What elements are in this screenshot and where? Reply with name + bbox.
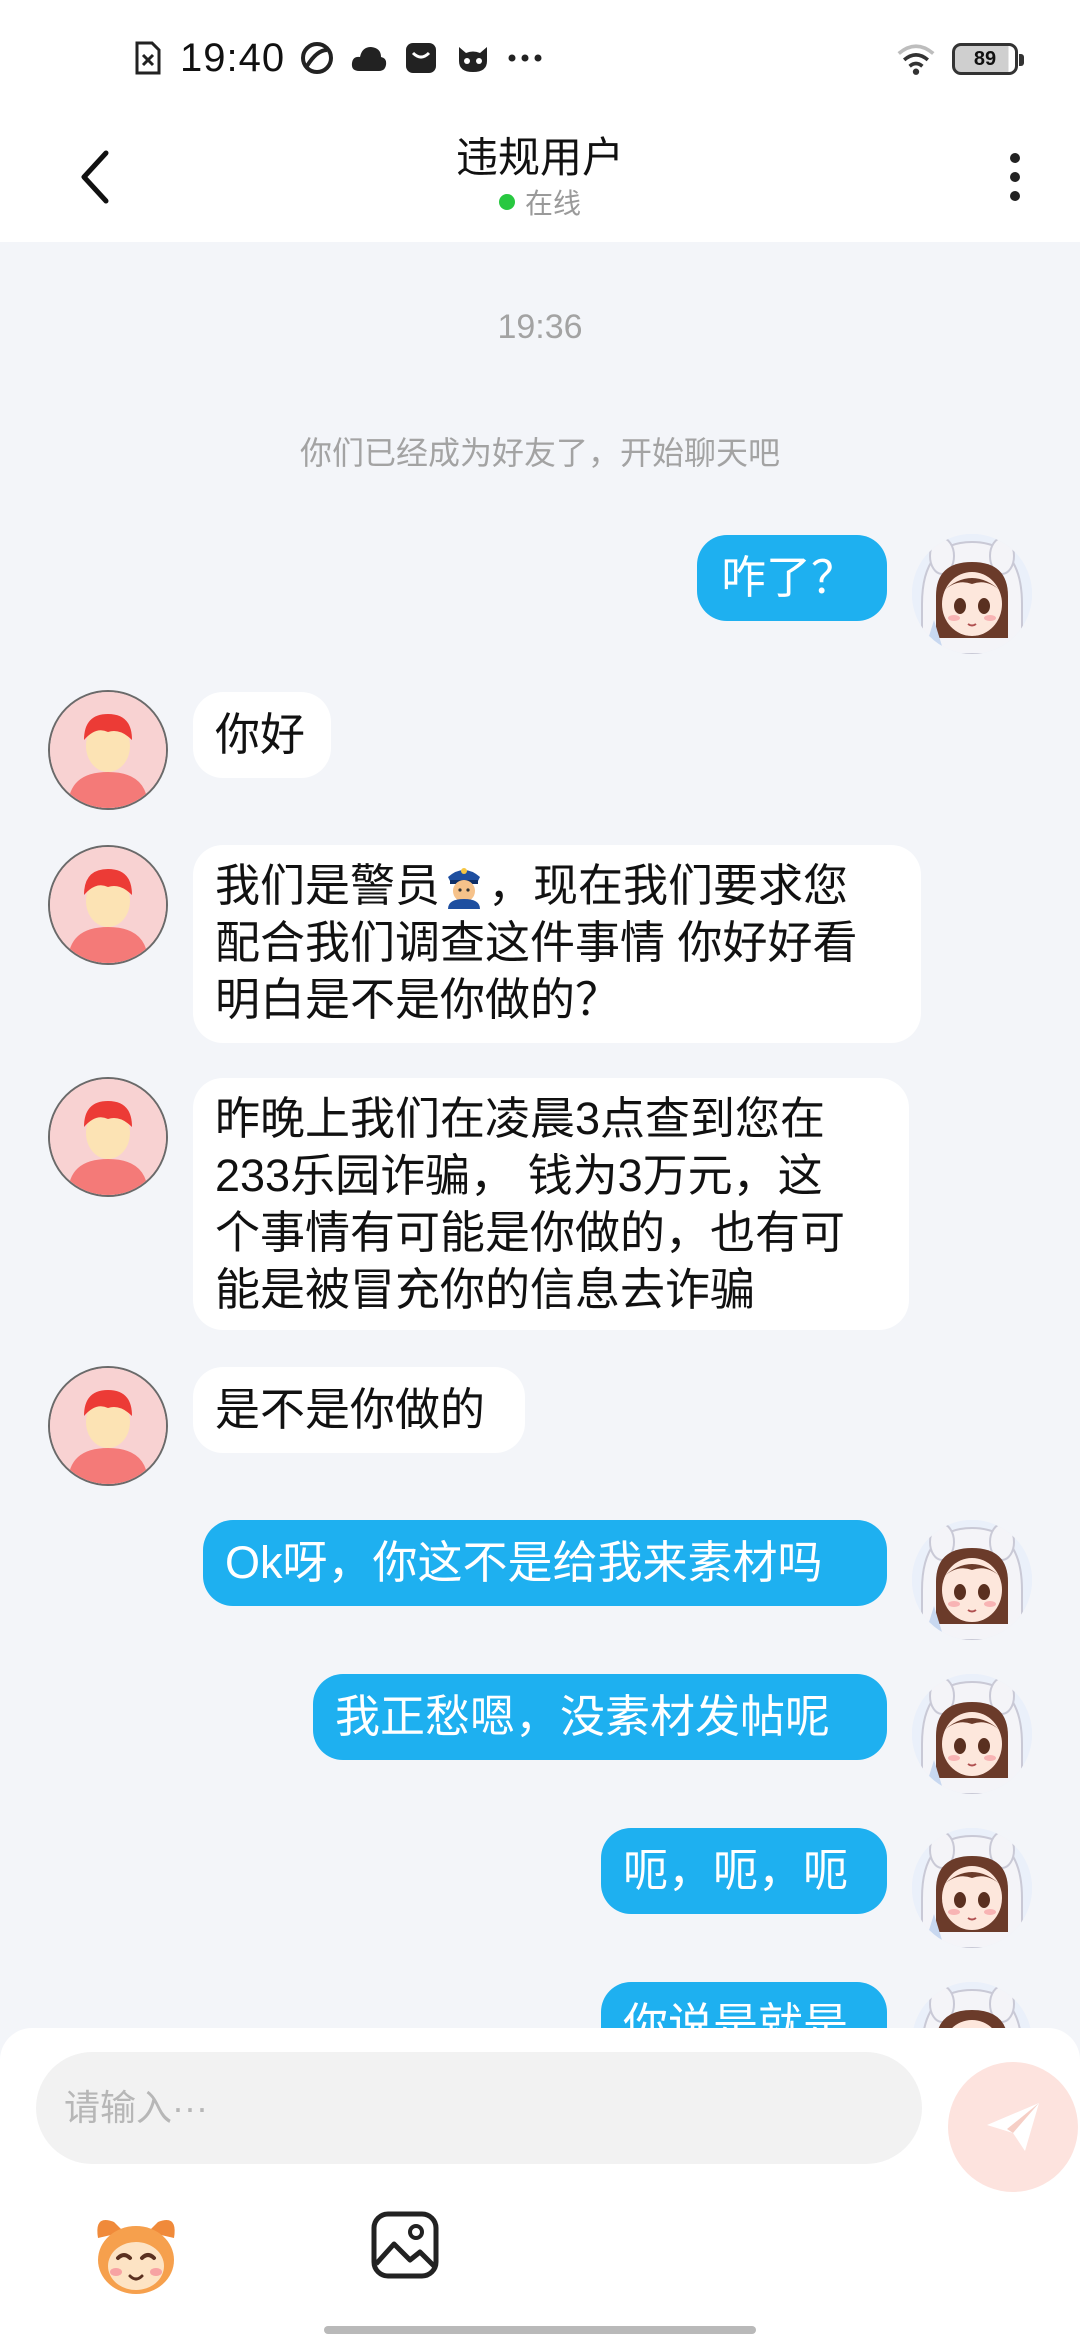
message-bubble-self[interactable]: 你说是就是 [601, 1982, 887, 2028]
anime-girl-avatar-icon [912, 534, 1032, 654]
default-user-avatar-icon [50, 1079, 166, 1195]
police-officer-emoji-icon [448, 868, 481, 909]
more-options-button[interactable] [990, 142, 1040, 212]
cloud-app-icon [349, 38, 389, 78]
message-line: 233乐园诈骗， 钱为3万元，这 [215, 1150, 823, 1201]
send-paper-plane-icon [987, 2103, 1039, 2151]
sticker-mascot-button[interactable] [90, 2208, 182, 2300]
system-message: 你们已经成为好友了，开始聊天吧 [299, 435, 780, 471]
default-user-avatar-icon [50, 692, 166, 808]
default-user-avatar-icon [50, 1368, 166, 1484]
message-bubble-contact[interactable]: 昨晚上我们在凌晨3点查到您在 233乐园诈骗， 钱为3万元，这 个事情有可能是你… [193, 1078, 909, 1330]
message-bubble-contact[interactable]: 我们是警员 ，现在我们要求您 配合我们调查这件事情 你好好看 明白是不是你做的？ [193, 845, 921, 1043]
contact-avatar[interactable] [48, 845, 168, 965]
status-bar: 19:40 89 [0, 0, 1080, 112]
menu-dot [1010, 191, 1020, 201]
swirl-app-icon [297, 38, 337, 78]
default-user-avatar-icon [50, 847, 166, 963]
wifi-icon [896, 39, 936, 79]
self-avatar[interactable] [912, 1982, 1032, 2028]
message-bubble-self[interactable]: 咋了？ [697, 535, 887, 621]
contact-avatar[interactable] [48, 1366, 168, 1486]
message-text: ，现在我们要求您 [488, 860, 849, 911]
message-line: 能是被冒充你的信息去诈骗 [215, 1264, 756, 1315]
anime-girl-avatar-icon [912, 1828, 1032, 1948]
battery-icon: 89 [952, 43, 1024, 75]
message-bubble-contact[interactable]: 是不是你做的 [193, 1367, 525, 1453]
online-status-label: 在线 [524, 188, 581, 219]
message-bubble-contact[interactable]: 你好 [193, 692, 331, 778]
message-bubble-self[interactable]: 呃，呃，呃 [601, 1828, 887, 1914]
anime-girl-avatar-icon [912, 1982, 1032, 2028]
message-line: 配合我们调查这件事情 你好好看 [215, 917, 858, 968]
page-title: 违规用户 [455, 134, 624, 181]
menu-dot [1010, 153, 1020, 163]
online-status: 在线 [0, 182, 1080, 222]
message-bubble-self[interactable]: 我正愁嗯，没素材发帖呢 [313, 1674, 887, 1760]
status-time: 19:40 [180, 35, 286, 80]
status-right: 89 [896, 34, 1024, 84]
anime-girl-avatar-icon [912, 1674, 1032, 1794]
menu-dot [1010, 172, 1020, 182]
send-button[interactable] [948, 2062, 1078, 2192]
chat-messages-area[interactable]: 19:36 你们已经成为好友了，开始聊天吧 咋了？ 你好 我们是警员 ，现在我们… [0, 242, 1080, 2028]
cat-app-icon [453, 38, 493, 78]
status-left: 19:40 [128, 30, 545, 86]
chat-header: 违规用户 在线 [0, 112, 1080, 242]
message-timestamp: 19:36 [497, 308, 583, 346]
mascot-emoji-icon [97, 2220, 175, 2294]
image-picker-button[interactable] [370, 2210, 440, 2280]
message-line: 个事情有可能是你做的，也有可 [215, 1207, 846, 1258]
more-dots-icon [505, 38, 545, 78]
message-text: 我们是警员 [215, 860, 441, 911]
message-bubble-self[interactable]: Ok呀，你这不是给我来素材吗 [203, 1520, 887, 1606]
message-input[interactable] [36, 2052, 922, 2164]
self-avatar[interactable] [912, 1828, 1032, 1948]
self-avatar[interactable] [912, 1674, 1032, 1794]
message-line: 昨晚上我们在凌晨3点查到您在 [215, 1093, 826, 1144]
anime-girl-avatar-icon [912, 1520, 1032, 1640]
home-indicator[interactable] [324, 2326, 756, 2334]
image-icon [371, 2211, 439, 2279]
online-dot-icon [498, 194, 515, 210]
contact-avatar[interactable] [48, 690, 168, 810]
self-avatar[interactable] [912, 534, 1032, 654]
contact-avatar[interactable] [48, 1077, 168, 1197]
input-panel [0, 2028, 1080, 2340]
self-avatar[interactable] [912, 1520, 1032, 1640]
inbox-app-icon [401, 38, 441, 78]
message-line: 我们是警员 ，现在我们要求您 [215, 857, 899, 914]
message-line: 明白是不是你做的？ [215, 974, 621, 1025]
sim-off-icon [128, 38, 168, 78]
